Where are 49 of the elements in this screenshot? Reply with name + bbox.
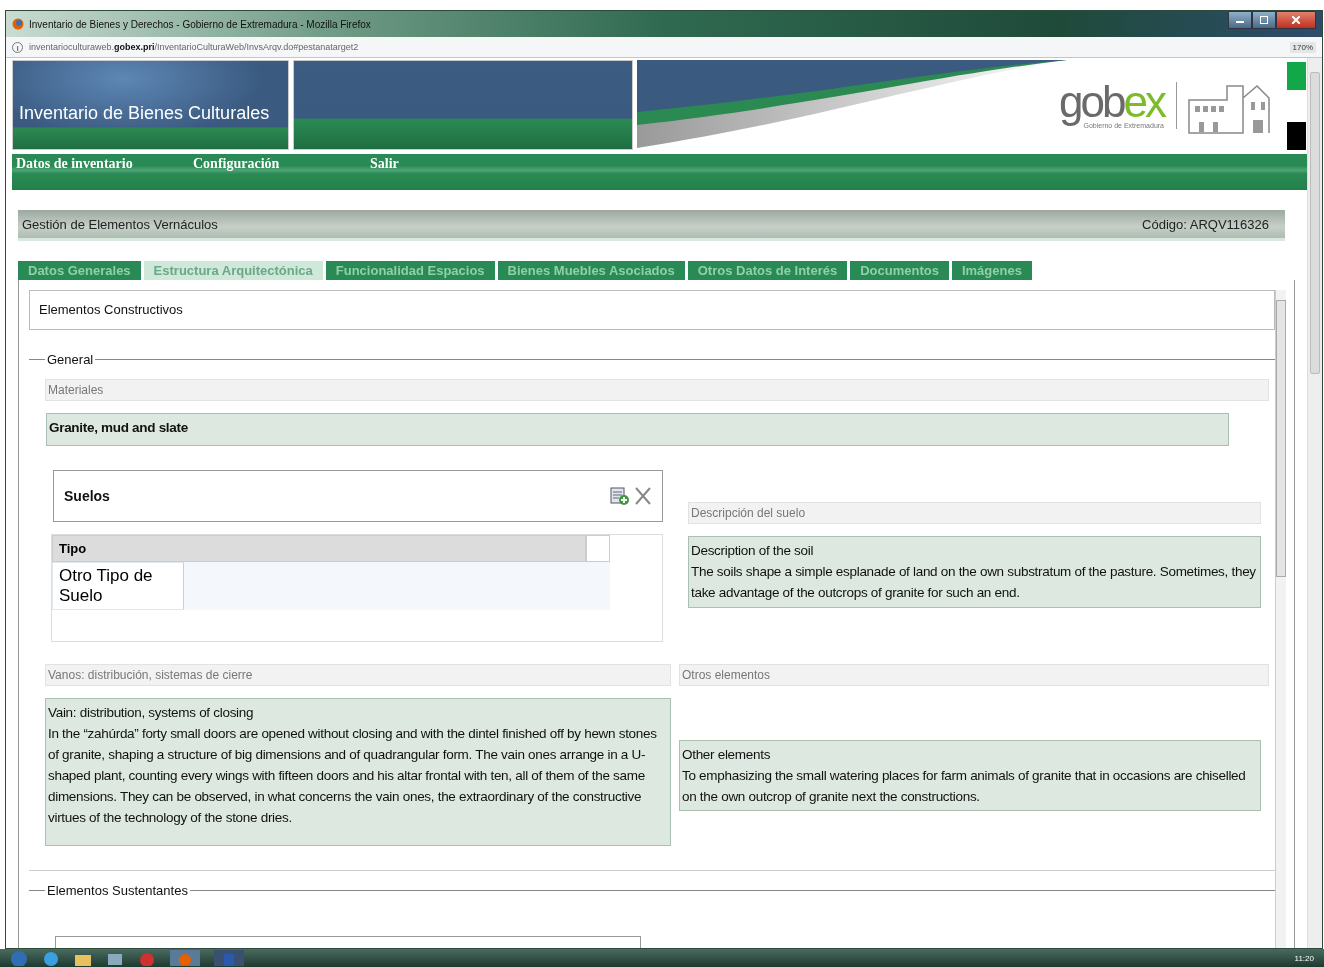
panel-scrollbar[interactable] — [1275, 290, 1286, 948]
record-code: Código: ARQV116326 — [1142, 216, 1269, 232]
menu-item[interactable]: Datos de inventario — [12, 154, 189, 172]
scroll-thumb[interactable] — [1310, 72, 1320, 374]
document-icon — [214, 950, 244, 966]
info-icon — [12, 41, 23, 53]
start-orb-icon — [10, 950, 28, 966]
window-title: Inventario de Bienes y Derechos - Gobierno de Extremadura - Mozilla Firefox — [29, 18, 372, 30]
tab[interactable]: Funcionalidad Espacios — [325, 261, 495, 280]
text-field[interactable]: Other elements To emphasizing the small watering places for farm animals of granite that in occasions are chiselled on the own outcrop of granite next the constructions. — [679, 740, 1261, 811]
section-title: Elementos Constructivos — [29, 290, 1275, 330]
globe-icon — [42, 950, 60, 966]
column-header: Tipo — [52, 535, 586, 562]
clock: 11:20 — [1294, 953, 1314, 963]
text-field[interactable]: Vain: distribution, systems of closing In the “zahúrda” forty small doors are opened without closing and with the dintel finished off by hewn stones of granite, shaping a structure of big dimensions and of quadrangular form. The vain ones arrange in a U-shaped plant, counting every wings with fifteen doors and his altar frontal with ten, all of them of the same dimensions. They can be observed, in what concerns the vain ones, the extraordinary of the constructive virtues of the technology of the stone dries. — [45, 698, 671, 846]
tab[interactable]: Imágenes — [951, 261, 1032, 280]
page-title: Gestión de Elementos Vernáculos — [22, 216, 218, 232]
menu-item[interactable]: Configuración — [189, 154, 366, 172]
close-button[interactable] — [1276, 11, 1316, 29]
table-cell[interactable]: Otro Tipo de Suelo — [52, 562, 184, 610]
text-field[interactable]: Description of the soil The soils shape a simple esplanade of land on the own substratum of the pasture. Sometimes, they take advantage of the outcrops of granite for such an end. — [688, 536, 1261, 608]
text-field[interactable]: Granite, mud and slate — [46, 413, 1229, 446]
group-legend: General — [45, 352, 96, 367]
accent-block — [1287, 122, 1306, 150]
banner-title: Inventario de Bienes Culturales — [18, 103, 270, 125]
address-field[interactable]: inventarioculturaweb.gobex.pri/InventarioCulturaWeb/InvsArqv.do#pestanatarget2 — [29, 42, 1284, 52]
zoom-level[interactable]: 170% — [1289, 41, 1316, 53]
field-label: Materiales — [45, 379, 1269, 401]
accent-block — [1287, 62, 1306, 90]
page-scrollbar[interactable] — [1307, 58, 1322, 948]
group-legend: Elementos Sustentantes — [45, 883, 190, 898]
add-icon — [610, 486, 630, 506]
scroll-thumb[interactable] — [1276, 300, 1286, 577]
field-label: Descripción del suelo — [688, 502, 1261, 524]
close-icon — [634, 486, 652, 506]
list-title: Suelos — [64, 488, 110, 504]
maximize-icon — [1260, 16, 1268, 24]
menu-item[interactable]: Salir — [366, 154, 543, 172]
close-icon — [1292, 16, 1300, 24]
tab[interactable]: Datos Generales — [18, 261, 141, 280]
field-label: Vanos: distribución, sistemas de cierre — [45, 664, 671, 686]
tab[interactable]: Bienes Muebles Asociados — [497, 261, 685, 280]
tab[interactable]: Documentos — [850, 261, 949, 280]
maximize-button[interactable] — [1252, 11, 1276, 29]
browser-logo-icon — [170, 950, 200, 966]
minimize-button[interactable] — [1228, 11, 1252, 29]
browser-logo-icon — [12, 18, 24, 30]
field-label: Otros elementos — [679, 664, 1269, 686]
tab[interactable]: Otros Datos de Interés — [687, 261, 848, 280]
